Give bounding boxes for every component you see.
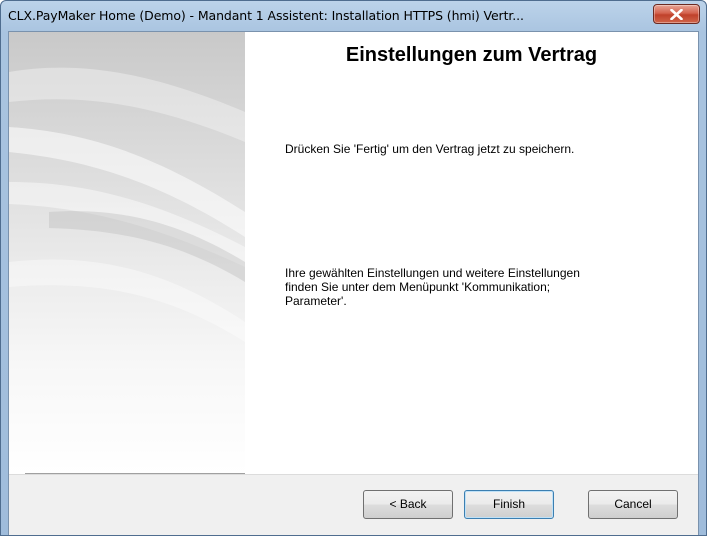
title-bar[interactable]: CLX.PayMaker Home (Demo) - Mandant 1 Ass… bbox=[1, 1, 706, 31]
wizard-window: CLX.PayMaker Home (Demo) - Mandant 1 Ass… bbox=[0, 0, 707, 536]
wizard-content-panel: Einstellungen zum Vertrag Drücken Sie 'F… bbox=[245, 32, 698, 474]
close-button[interactable] bbox=[653, 4, 700, 24]
page-title: Einstellungen zum Vertrag bbox=[345, 44, 598, 66]
finish-button[interactable]: Finish bbox=[464, 490, 554, 519]
close-icon bbox=[670, 9, 683, 20]
info-text: Ihre gewählten Einstellungen und weitere… bbox=[285, 266, 580, 308]
decorative-swoosh-image bbox=[9, 67, 245, 342]
instruction-text: Drücken Sie 'Fertig' um den Vertrag jetz… bbox=[285, 142, 575, 156]
wizard-side-image bbox=[9, 32, 245, 474]
cancel-button[interactable]: Cancel bbox=[588, 490, 678, 519]
wizard-client-area: Einstellungen zum Vertrag Drücken Sie 'F… bbox=[8, 31, 699, 535]
button-bar: < Back Finish Cancel bbox=[9, 474, 698, 535]
back-button[interactable]: < Back bbox=[363, 490, 453, 519]
window-title: CLX.PayMaker Home (Demo) - Mandant 1 Ass… bbox=[8, 8, 524, 23]
